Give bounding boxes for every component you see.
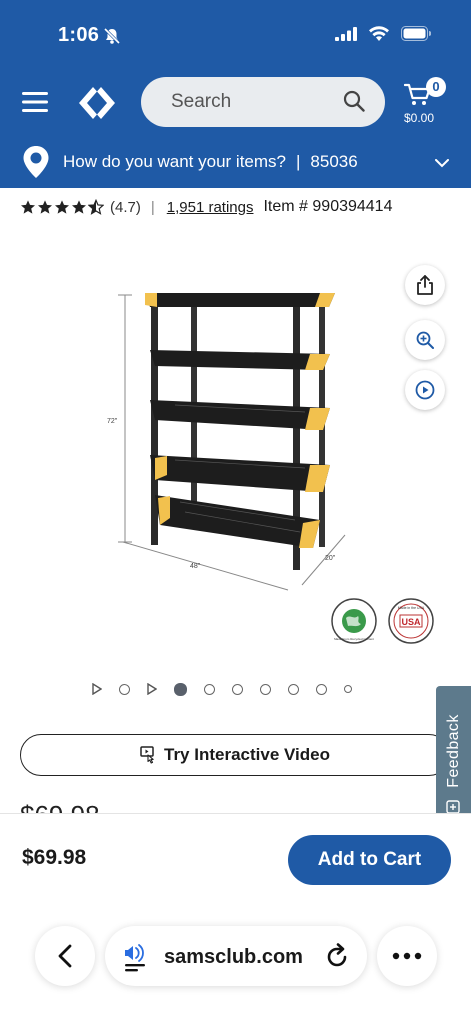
search-input[interactable]: Search <box>141 77 385 127</box>
feedback-tab[interactable]: Feedback <box>436 686 471 830</box>
carousel-dot-active[interactable] <box>174 682 187 696</box>
interactive-video-icon <box>140 746 154 764</box>
sticky-purchase-bar: $69.98 Add to Cart <box>0 813 471 908</box>
carousel-dot[interactable] <box>344 685 352 693</box>
audio-reader-icon[interactable] <box>123 942 149 977</box>
feedback-label: Feedback <box>445 714 462 788</box>
ratings-count-link[interactable]: 1,951 ratings <box>167 199 254 216</box>
header-toolbar: Search 0 $0.00 <box>0 75 471 131</box>
share-icon <box>417 275 433 295</box>
seal-recycled-text: Made From Recycled Content <box>334 637 374 641</box>
back-button[interactable] <box>35 926 95 986</box>
carousel-dot[interactable] <box>316 683 327 695</box>
zoom-button[interactable] <box>405 320 445 360</box>
product-image[interactable]: 72" 48" 20" <box>105 280 355 600</box>
star-icon <box>72 200 86 214</box>
delivery-selector[interactable]: How do you want your items? | 85036 <box>0 140 471 184</box>
made-in-usa-seal: USA Made in the USA <box>388 598 434 644</box>
star-icon <box>21 200 35 214</box>
try-interactive-video-button[interactable]: Try Interactive Video <box>20 734 450 776</box>
carousel-dot[interactable] <box>288 683 299 695</box>
seal-usa-caption: Made in the USA <box>398 606 425 610</box>
star-icon <box>55 200 69 214</box>
browser-toolbar: samsclub.com <box>0 910 471 1020</box>
star-icon <box>38 200 52 214</box>
status-time: 1:06 <box>58 24 100 46</box>
status-bar: 1:06 <box>0 0 471 70</box>
seal-usa-text: USA <box>401 617 421 627</box>
delivery-question: How do you want your items? <box>63 152 286 171</box>
width-dimension-label: 48" <box>190 563 201 570</box>
more-dots-icon <box>392 952 422 960</box>
url-text: samsclub.com <box>164 946 303 968</box>
sams-club-logo-icon[interactable] <box>78 84 116 127</box>
delivery-separator: | <box>296 152 301 171</box>
wifi-icon <box>369 26 389 46</box>
play-circle-icon <box>415 380 435 400</box>
product-price-partial: $69.98 <box>20 800 100 814</box>
status-icons <box>335 26 432 46</box>
hamburger-menu-icon[interactable] <box>22 91 48 118</box>
carousel-dot[interactable] <box>204 683 215 695</box>
signal-icon <box>335 26 357 46</box>
carousel-dot[interactable] <box>119 683 130 695</box>
rating-value: (4.7) <box>110 198 141 216</box>
half-star-icon <box>88 199 104 215</box>
feedback-plus-icon <box>446 800 460 814</box>
depth-dimension-label: 20" <box>325 555 336 562</box>
product-rating-row: (4.7) | 1,951 ratings Item # 990394414 <box>20 195 460 219</box>
video-thumbnail-indicator-icon[interactable] <box>92 683 102 695</box>
delivery-prompt: How do you want your items? | 85036 <box>63 152 358 172</box>
bell-off-icon <box>103 27 121 50</box>
share-button[interactable] <box>405 265 445 305</box>
zoom-in-icon <box>416 331 434 349</box>
rating-divider: | <box>150 198 155 216</box>
play-video-button[interactable] <box>405 370 445 410</box>
recycled-content-seal: Made From Recycled Content <box>331 598 377 644</box>
video-thumbnail-indicator-icon[interactable] <box>147 683 157 695</box>
battery-icon <box>401 26 432 46</box>
add-to-cart-button[interactable]: Add to Cart <box>288 835 451 885</box>
app-header: 1:06 Search 0 $0.00 How do you want your… <box>0 0 471 188</box>
chevron-down-icon[interactable] <box>435 155 449 173</box>
search-placeholder: Search <box>171 91 232 112</box>
location-pin-icon <box>20 145 52 184</box>
cart-total: $0.00 <box>404 111 435 125</box>
cart-count-badge: 0 <box>426 77 446 97</box>
image-carousel-indicators <box>92 682 382 696</box>
interactive-video-label: Try Interactive Video <box>164 745 330 764</box>
rating-stars <box>20 199 104 215</box>
delivery-zip: 85036 <box>310 152 358 171</box>
height-dimension-label: 72" <box>107 418 118 425</box>
carousel-dot[interactable] <box>232 683 243 695</box>
search-icon[interactable] <box>343 90 365 117</box>
cart-button[interactable]: 0 $0.00 <box>400 77 448 127</box>
more-options-button[interactable] <box>377 926 437 986</box>
item-number: Item # 990394414 <box>263 198 393 215</box>
address-bar[interactable]: samsclub.com <box>105 926 367 986</box>
chevron-left-icon <box>58 944 72 968</box>
carousel-dot[interactable] <box>260 683 271 695</box>
reload-icon[interactable] <box>325 943 349 974</box>
sticky-price: $69.98 <box>22 846 87 869</box>
